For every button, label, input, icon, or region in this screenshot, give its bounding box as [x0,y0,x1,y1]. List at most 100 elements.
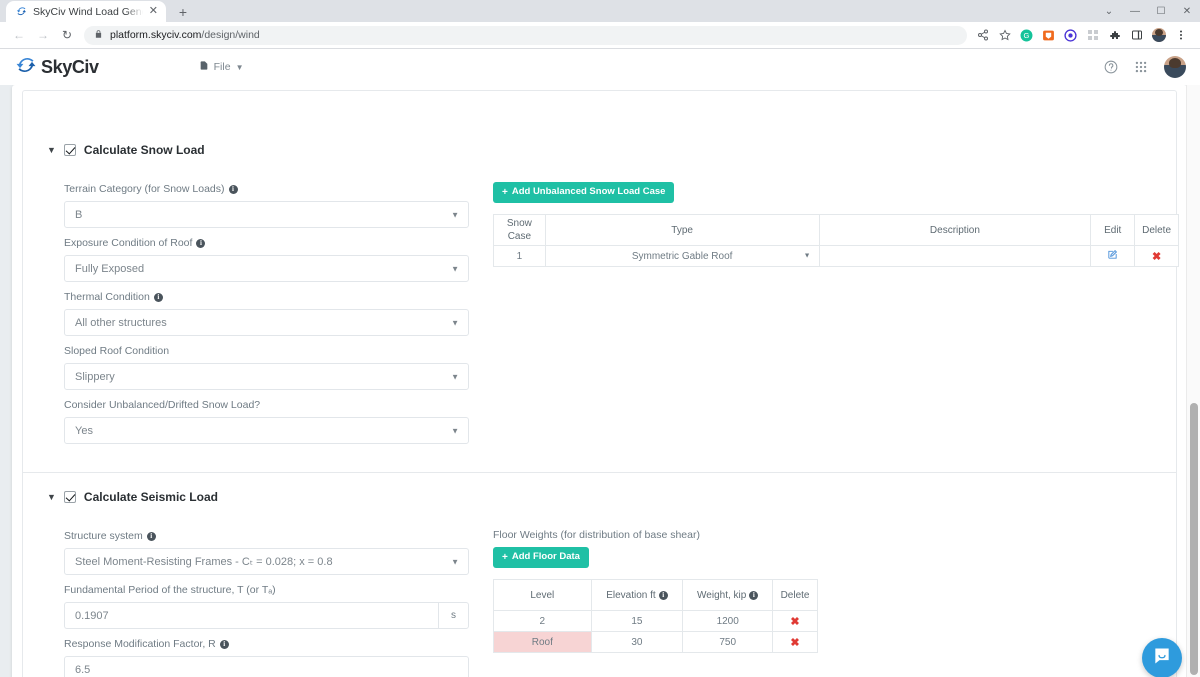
thermal-condition-select[interactable]: All other structures ▼ [64,309,469,336]
cell-delete: ✖ [1135,246,1179,267]
scrollbar-thumb[interactable] [1190,403,1198,675]
snow-load-case-table: Snow Case Type Description Edit Delete 1 [493,214,1179,267]
form-card: ▼ Calculate Snow Load Terrain Category (… [12,85,1187,677]
apps-grid-icon[interactable] [1134,60,1148,74]
chevron-down-icon: ▼ [451,426,459,435]
table-header-row: Snow Case Type Description Edit Delete [494,215,1179,246]
maximize-icon[interactable]: ☐ [1148,0,1174,22]
structure-system-select[interactable]: Steel Moment-Resisting Frames - Cₜ = 0.0… [64,548,469,575]
extension-circle-icon[interactable] [1061,26,1080,45]
app-logo[interactable]: SkyCiv [16,55,99,80]
delete-x-icon[interactable]: ✖ [790,637,799,649]
col-header-weight: Weight, kip i [683,580,773,611]
cell-weight[interactable]: 1200 [683,611,773,632]
minimize-icon[interactable]: — [1122,0,1148,22]
close-window-icon[interactable]: ✕ [1174,0,1200,22]
plus-icon: + [502,187,508,198]
button-label: Add Unbalanced Snow Load Case [512,187,666,197]
file-menu[interactable]: File ▼ [199,60,244,74]
chevron-down-icon: ▼ [236,63,244,72]
select-value: All other structures [75,317,167,329]
fundamental-period-input[interactable]: 0.1907 [64,602,438,629]
forward-arrow-icon[interactable]: → [32,24,54,46]
calculate-snow-load-checkbox[interactable] [64,144,76,156]
select-value: B [75,209,82,221]
field-sloped-roof-condition: Sloped Roof Condition Slippery ▼ [64,344,468,390]
bitwarden-extension-icon[interactable] [1039,26,1058,45]
select-value: Yes [75,425,93,437]
col-header-snow-case: Snow Case [494,215,546,246]
chevron-down-icon: ▼ [451,557,459,566]
edit-pencil-icon[interactable] [1107,251,1118,263]
browser-toolbar: ← → ↻ platform.skyciv.com/design/wind G [0,22,1200,49]
consider-unbalanced-snow-select[interactable]: Yes ▼ [64,417,469,444]
add-floor-data-button[interactable]: + Add Floor Data [493,547,589,568]
info-icon[interactable]: i [196,239,205,248]
cell-level[interactable]: 2 [494,611,592,632]
info-icon[interactable]: i [229,185,238,194]
cell-weight[interactable]: 750 [683,632,773,653]
grid-extension-icon[interactable] [1083,26,1102,45]
input-value: 0.1907 [75,610,109,622]
extensions-puzzle-icon[interactable] [1105,26,1124,45]
field-consider-unbalanced-snow: Consider Unbalanced/Drifted Snow Load? Y… [64,398,468,444]
select-value: Fully Exposed [75,263,144,275]
chrome-menu-icon[interactable] [1171,26,1190,45]
cell-type-select[interactable]: Symmetric Gable Roof ▼ [545,246,819,267]
response-modification-factor-input[interactable]: 6.5 [64,656,469,677]
user-avatar[interactable] [1164,56,1186,78]
sloped-roof-condition-select[interactable]: Slippery ▼ [64,363,469,390]
tab-close-icon[interactable]: ✕ [149,6,158,17]
terrain-category-select[interactable]: B ▼ [64,201,469,228]
page-body: ▼ Calculate Snow Load Terrain Category (… [0,85,1200,677]
chat-launcher-button[interactable] [1142,638,1182,677]
new-tab-button[interactable]: + [174,5,192,19]
browser-tab-strip: SkyCiv Wind Load Generat ✕ + ⌄ — ☐ ✕ [0,0,1200,22]
seismic-load-body: Structure system i Steel Moment-Resistin… [23,507,1176,677]
cell-description[interactable] [819,246,1091,267]
col-header-delete: Delete [773,580,818,611]
select-value: Steel Moment-Resisting Frames - Cₜ = 0.0… [75,555,333,568]
collapse-caret-icon[interactable]: ▼ [47,146,56,155]
chevron-down-icon[interactable]: ⌄ [1096,0,1122,22]
info-icon[interactable]: i [147,532,156,541]
col-header-elevation: Elevation ft i [591,580,683,611]
share-icon[interactable] [973,26,992,45]
snow-load-section-header: ▼ Calculate Snow Load [23,140,1176,160]
cell-elevation[interactable]: 30 [591,632,683,653]
cell-level[interactable]: Roof [494,632,592,653]
collapse-caret-icon[interactable]: ▼ [47,493,56,502]
file-menu-label: File [214,61,231,73]
info-icon[interactable]: i [749,591,758,600]
field-label: Terrain Category (for Snow Loads) i [64,182,468,196]
calculate-seismic-load-checkbox[interactable] [64,491,76,503]
profile-avatar-icon[interactable] [1149,26,1168,45]
info-icon[interactable]: i [154,293,163,302]
chevron-down-icon: ▼ [451,210,459,219]
app-header: SkyCiv File ▼ [0,49,1200,85]
snow-load-section-title: Calculate Snow Load [84,143,205,157]
bookmark-star-icon[interactable] [995,26,1014,45]
grammarly-extension-icon[interactable]: G [1017,26,1036,45]
delete-x-icon[interactable]: ✖ [790,616,799,628]
exposure-condition-select[interactable]: Fully Exposed ▼ [64,255,469,282]
side-panel-icon[interactable] [1127,26,1146,45]
chevron-down-icon: ▼ [451,264,459,273]
info-icon[interactable]: i [220,640,229,649]
field-label: Sloped Roof Condition [64,344,468,358]
seismic-load-section-header: ▼ Calculate Seismic Load [23,487,1176,507]
field-fundamental-period: Fundamental Period of the structure, T (… [64,583,468,629]
reload-icon[interactable]: ↻ [56,24,78,46]
cell-snow-case: 1 [494,246,546,267]
help-circle-icon[interactable] [1104,60,1118,74]
page-scrollbar[interactable] [1186,85,1200,677]
add-unbalanced-snow-load-case-button[interactable]: + Add Unbalanced Snow Load Case [493,182,674,203]
address-bar[interactable]: platform.skyciv.com/design/wind [84,26,967,45]
back-arrow-icon[interactable]: ← [8,24,30,46]
browser-tab[interactable]: SkyCiv Wind Load Generat ✕ [6,1,166,22]
seismic-load-fields: Structure system i Steel Moment-Resistin… [23,529,468,677]
cell-elevation[interactable]: 15 [591,611,683,632]
info-icon[interactable]: i [659,591,668,600]
field-label: Response Modification Factor, R i [64,637,468,651]
delete-x-icon[interactable]: ✖ [1152,251,1161,263]
